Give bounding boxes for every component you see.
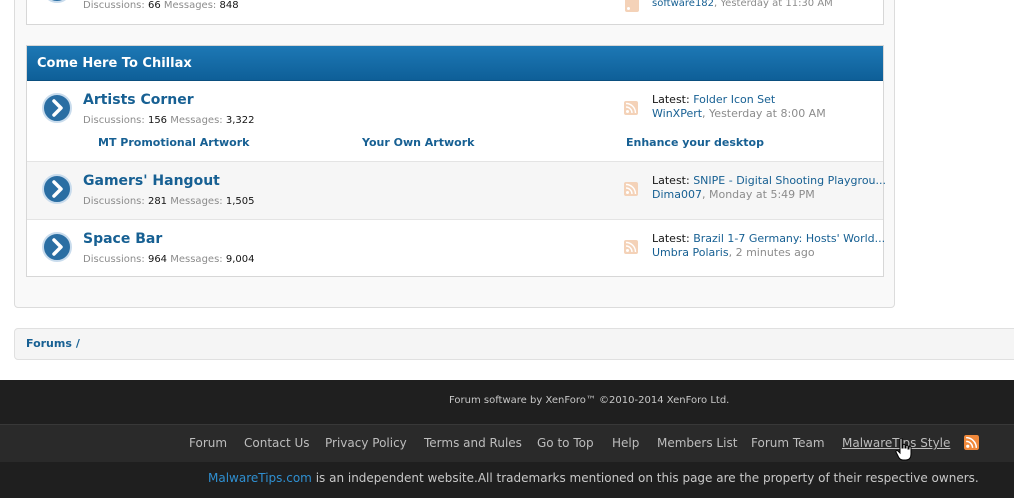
forum-read-arrow-icon[interactable]: [41, 0, 73, 4]
footer-link-help[interactable]: Help: [612, 436, 639, 450]
footer-disclaimer-bar: MalwareTips.com is an independent websit…: [0, 462, 1014, 498]
rss-icon[interactable]: [625, 0, 639, 12]
breadcrumb-separator: /: [75, 337, 80, 350]
rss-icon[interactable]: [624, 182, 638, 196]
node-stats: Discussions: 964 Messages: 9,004: [83, 254, 255, 265]
latest-thread-link[interactable]: Folder Icon Set: [693, 93, 775, 106]
last-post-user-link[interactable]: Umbra Polaris: [652, 246, 729, 259]
node-stats: Discussions: 156 Messages: 3,322: [83, 115, 255, 126]
node-latest-thread: Latest: Folder Icon Set: [652, 93, 776, 106]
latest-thread-link[interactable]: SNIPE - Digital Shooting Playgrou...: [693, 174, 886, 187]
node-latest-thread: Latest: SNIPE - Digital Shooting Playgro…: [652, 174, 887, 187]
forum-read-arrow-icon[interactable]: [41, 92, 73, 124]
footer-disclaimer: MalwareTips.com is an independent websit…: [208, 471, 979, 485]
last-post-user-link[interactable]: software182: [652, 0, 714, 9]
node-last-post: WinXPert, Yesterday at 8:00 AM: [652, 107, 826, 120]
node-last-post: Umbra Polaris, 2 minutes ago: [652, 246, 815, 259]
footer-link-members-list[interactable]: Members List: [657, 436, 737, 450]
last-post-time: , Yesterday at 8:00 AM: [702, 107, 826, 120]
footer-link-privacy-policy[interactable]: Privacy Policy: [325, 436, 407, 450]
node-stats: Discussions: 281 Messages: 1,505: [83, 196, 255, 207]
site-home-link[interactable]: MalwareTips.com: [208, 471, 312, 485]
forum-read-arrow-icon[interactable]: [41, 173, 73, 205]
node-title-link[interactable]: Artists Corner: [83, 92, 194, 108]
footer-links-bar: Forum Contact Us Privacy Policy Terms an…: [0, 424, 1014, 462]
forum-node-previous: Discussions: 66 Messages: 848 software18…: [26, 0, 884, 25]
hand-cursor-icon: [895, 437, 912, 461]
category-block: Come Here To Chillax Artists Corner Disc…: [26, 45, 887, 277]
breadcrumb-forums-link[interactable]: Forums: [26, 337, 72, 350]
footer-link-go-to-top[interactable]: Go to Top: [537, 436, 594, 450]
forum-node-artists-corner: Artists Corner Discussions: 156 Messages…: [27, 81, 883, 162]
node-stats: Discussions: 66 Messages: 848: [83, 0, 239, 11]
footer-link-forum-team[interactable]: Forum Team: [751, 436, 825, 450]
forum-node-gamers-hangout: Gamers' Hangout Discussions: 281 Message…: [27, 162, 887, 220]
rss-icon[interactable]: [624, 101, 638, 115]
subforum-link[interactable]: Your Own Artwork: [362, 136, 474, 149]
last-post-time: , 2 minutes ago: [728, 246, 815, 259]
forum-read-arrow-icon[interactable]: [41, 231, 73, 263]
node-latest-thread: Latest: Brazil 1-7 Germany: Hosts' World…: [652, 232, 886, 245]
last-post-time: , Monday at 5:49 PM: [701, 188, 815, 201]
node-title-link[interactable]: Gamers' Hangout: [83, 173, 220, 189]
footer-link-forum[interactable]: Forum: [189, 436, 227, 450]
subforum-link[interactable]: Enhance your desktop: [626, 136, 764, 149]
last-post-user-link[interactable]: WinXPert: [652, 107, 702, 120]
footer-link-contact-us[interactable]: Contact Us: [244, 436, 310, 450]
rss-icon[interactable]: [624, 240, 638, 254]
footer-copyright-bar: Forum software by XenForo™ ©2010-2014 Xe…: [0, 380, 1014, 424]
forum-node-space-bar: Space Bar Discussions: 964 Messages: 9,0…: [27, 220, 886, 276]
node-last-post: software182, Yesterday at 11:30 AM: [652, 0, 833, 9]
last-post-user-link[interactable]: Dima007: [652, 188, 702, 201]
footer-copyright[interactable]: Forum software by XenForo™ ©2010-2014 Xe…: [449, 395, 729, 406]
rss-icon[interactable]: [964, 435, 979, 450]
footer-link-terms-and-rules[interactable]: Terms and Rules: [424, 436, 522, 450]
latest-thread-link[interactable]: Brazil 1-7 Germany: Hosts' World...: [693, 232, 885, 245]
breadcrumb: Forums /: [14, 328, 1014, 360]
subforum-link[interactable]: MT Promotional Artwork: [98, 136, 249, 149]
category-title[interactable]: Come Here To Chillax: [27, 46, 883, 81]
node-last-post: Dima007, Monday at 5:49 PM: [652, 188, 815, 201]
last-post-time: , Yesterday at 11:30 AM: [714, 0, 833, 9]
node-title-link[interactable]: Space Bar: [83, 231, 162, 247]
